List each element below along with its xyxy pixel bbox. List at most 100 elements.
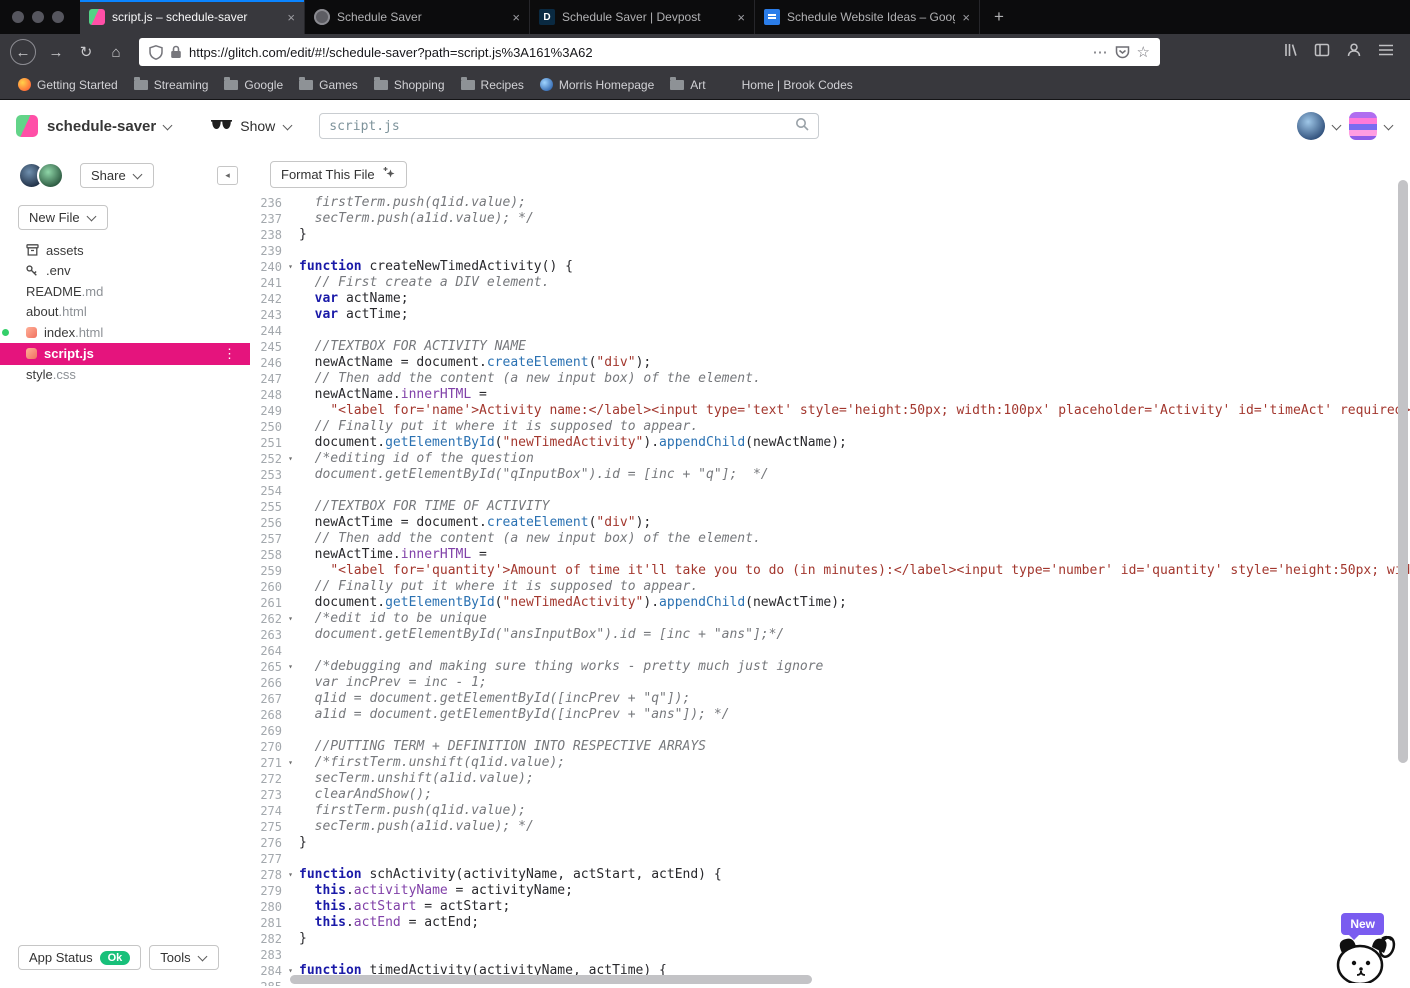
glitch-logo-icon[interactable] xyxy=(16,115,38,137)
code-line[interactable]: 246 newActName = document.createElement(… xyxy=(250,355,1410,371)
browser-tab[interactable]: Schedule Saver × xyxy=(305,0,530,34)
code-line[interactable]: 275 secTerm.push(a1id.value); */ xyxy=(250,819,1410,835)
new-file-button[interactable]: New File xyxy=(18,205,108,230)
bookmark-home-brook-codes[interactable]: Home | Brook Codes xyxy=(734,70,861,99)
code-line[interactable]: 239 xyxy=(250,243,1410,259)
reload-button[interactable]: ↻ xyxy=(71,37,101,67)
code-line[interactable]: 241 // First create a DIV element. xyxy=(250,275,1410,291)
file-item-script-js[interactable]: script.js ⋮ xyxy=(0,342,250,365)
glitch-dog-mascot[interactable] xyxy=(1332,931,1398,988)
close-window-button[interactable] xyxy=(12,11,24,23)
code-line[interactable]: 254 xyxy=(250,483,1410,499)
home-button[interactable]: ⌂ xyxy=(101,37,131,67)
project-avatar-chevron-icon[interactable] xyxy=(1332,122,1342,131)
fold-arrow-icon[interactable]: ▾ xyxy=(282,659,299,675)
new-tab-button[interactable]: + xyxy=(980,0,1018,34)
code-line[interactable]: 265 ▾ /*debugging and making sure thing w… xyxy=(250,659,1410,675)
fold-arrow-icon[interactable]: ▾ xyxy=(282,867,299,883)
tab-close-icon[interactable]: × xyxy=(737,10,745,25)
code-line[interactable]: 274 firstTerm.push(q1id.value); xyxy=(250,803,1410,819)
bookmark-item[interactable]: Streaming xyxy=(126,70,217,99)
search-icon[interactable] xyxy=(795,117,809,136)
code-line[interactable]: 247 // Then add the content (a new input… xyxy=(250,371,1410,387)
lock-icon[interactable] xyxy=(170,45,182,59)
code-area[interactable]: 236 firstTerm.push(q1id.value); 237 secTe… xyxy=(250,195,1410,986)
bookmark-item[interactable]: Morris Homepage xyxy=(532,70,662,99)
code-line[interactable]: 242 var actName; xyxy=(250,291,1410,307)
browser-tab[interactable]: script.js – schedule-saver × xyxy=(80,0,305,34)
project-name[interactable]: schedule-saver xyxy=(47,118,156,135)
bookmark-item[interactable]: Shopping xyxy=(366,70,453,99)
code-line[interactable]: 276} xyxy=(250,835,1410,851)
code-line[interactable]: 249 "<label for='name'>Activity name:</l… xyxy=(250,403,1410,419)
code-line[interactable]: 251 document.getElementById("newTimedAct… xyxy=(250,435,1410,451)
fold-arrow-icon[interactable]: ▾ xyxy=(282,755,299,771)
code-line[interactable]: 267 q1id = document.getElementById([incP… xyxy=(250,691,1410,707)
file-options-icon[interactable]: ⋮ xyxy=(223,346,236,362)
code-line[interactable]: 245 //TEXTBOX FOR ACTIVITY NAME xyxy=(250,339,1410,355)
library-icon[interactable] xyxy=(1282,42,1298,63)
code-line[interactable]: 238} xyxy=(250,227,1410,243)
code-line[interactable]: 244 xyxy=(250,323,1410,339)
zoom-window-button[interactable] xyxy=(52,11,64,23)
code-line[interactable]: 248 newActName.innerHTML = xyxy=(250,387,1410,403)
code-line[interactable]: 281 this.actEnd = actEnd; xyxy=(250,915,1410,931)
code-line[interactable]: 253 document.getElementById("qInputBox")… xyxy=(250,467,1410,483)
code-line[interactable]: 262 ▾ /*edit id to be unique xyxy=(250,611,1410,627)
fold-arrow-icon[interactable]: ▾ xyxy=(282,259,299,275)
code-line[interactable]: 260 // Finally put it where it is suppos… xyxy=(250,579,1410,595)
file-item-about-html[interactable]: about.html xyxy=(0,302,250,323)
pocket-icon[interactable] xyxy=(1115,45,1130,59)
code-line[interactable]: 278 ▾ function schActivity(activityName, a… xyxy=(250,867,1410,883)
account-icon[interactable] xyxy=(1346,42,1362,63)
project-avatar[interactable] xyxy=(1297,112,1325,140)
code-line[interactable]: 272 secTerm.unshift(a1id.value); xyxy=(250,771,1410,787)
share-button[interactable]: Share xyxy=(80,163,154,188)
sidebar-toggle-icon[interactable] xyxy=(1314,42,1330,63)
code-line[interactable]: 282} xyxy=(250,931,1410,947)
vertical-scrollbar-thumb[interactable] xyxy=(1398,180,1408,763)
code-line[interactable]: 273 clearAndShow(); xyxy=(250,787,1410,803)
code-line[interactable]: 264 xyxy=(250,643,1410,659)
code-line[interactable]: 261 document.getElementById("newTimedAct… xyxy=(250,595,1410,611)
code-line[interactable]: 268 a1id = document.getElementById([incP… xyxy=(250,707,1410,723)
format-file-button[interactable]: Format This File xyxy=(270,161,407,188)
page-actions-icon[interactable]: ⋯ xyxy=(1093,45,1108,60)
file-item-README-md[interactable]: README.md xyxy=(0,281,250,302)
code-line[interactable]: 266 var incPrev = inc - 1; xyxy=(250,675,1410,691)
back-button[interactable]: ← xyxy=(10,39,36,65)
bookmark-item[interactable]: Google xyxy=(216,70,291,99)
code-line[interactable]: 259 "<label for='quantity'>Amount of tim… xyxy=(250,563,1410,579)
code-line[interactable]: 237 secTerm.push(a1id.value); */ xyxy=(250,211,1410,227)
bookmark-item[interactable]: Recipes xyxy=(453,70,532,99)
tab-close-icon[interactable]: × xyxy=(287,10,295,25)
code-line[interactable]: 243 var actTime; xyxy=(250,307,1410,323)
user-avatar-chevron-icon[interactable] xyxy=(1384,122,1394,131)
code-line[interactable]: 280 this.actStart = actStart; xyxy=(250,899,1410,915)
tab-close-icon[interactable]: × xyxy=(512,10,520,25)
browser-tab[interactable]: D Schedule Saver | Devpost × xyxy=(530,0,755,34)
file-item-assets[interactable]: assets xyxy=(0,240,250,261)
fold-arrow-icon[interactable]: ▾ xyxy=(282,451,299,467)
bookmark-item[interactable]: Games xyxy=(291,70,366,99)
bookmark-item[interactable]: Art xyxy=(662,70,713,99)
code-line[interactable]: 257 // Then add the content (a new input… xyxy=(250,531,1410,547)
url-bar[interactable]: https://glitch.com/edit/#!/schedule-save… xyxy=(139,38,1160,66)
code-line[interactable]: 263 document.getElementById("ansInputBox… xyxy=(250,627,1410,643)
code-line[interactable]: 255 //TEXTBOX FOR TIME OF ACTIVITY xyxy=(250,499,1410,515)
tracking-shield-icon[interactable] xyxy=(149,44,163,60)
app-status-button[interactable]: App Status Ok xyxy=(18,945,142,970)
collapse-sidebar-button[interactable]: ◂ xyxy=(217,166,238,185)
code-line[interactable]: 279 this.activityName = activityName; xyxy=(250,883,1410,899)
collaborator-avatar[interactable] xyxy=(37,162,64,189)
bookmark-item[interactable]: Getting Started xyxy=(10,70,126,99)
code-line[interactable]: 258 newActTime.innerHTML = xyxy=(250,547,1410,563)
menu-icon[interactable] xyxy=(1378,43,1394,62)
code-line[interactable]: 277 xyxy=(250,851,1410,867)
forward-button[interactable]: → xyxy=(41,37,71,67)
code-line[interactable]: 269 xyxy=(250,723,1410,739)
code-line[interactable]: 270 //PUTTING TERM + DEFINITION INTO RES… xyxy=(250,739,1410,755)
file-search-input[interactable] xyxy=(329,118,790,134)
horizontal-scrollbar-thumb[interactable] xyxy=(290,975,812,984)
file-item-env[interactable]: .env xyxy=(0,261,250,282)
